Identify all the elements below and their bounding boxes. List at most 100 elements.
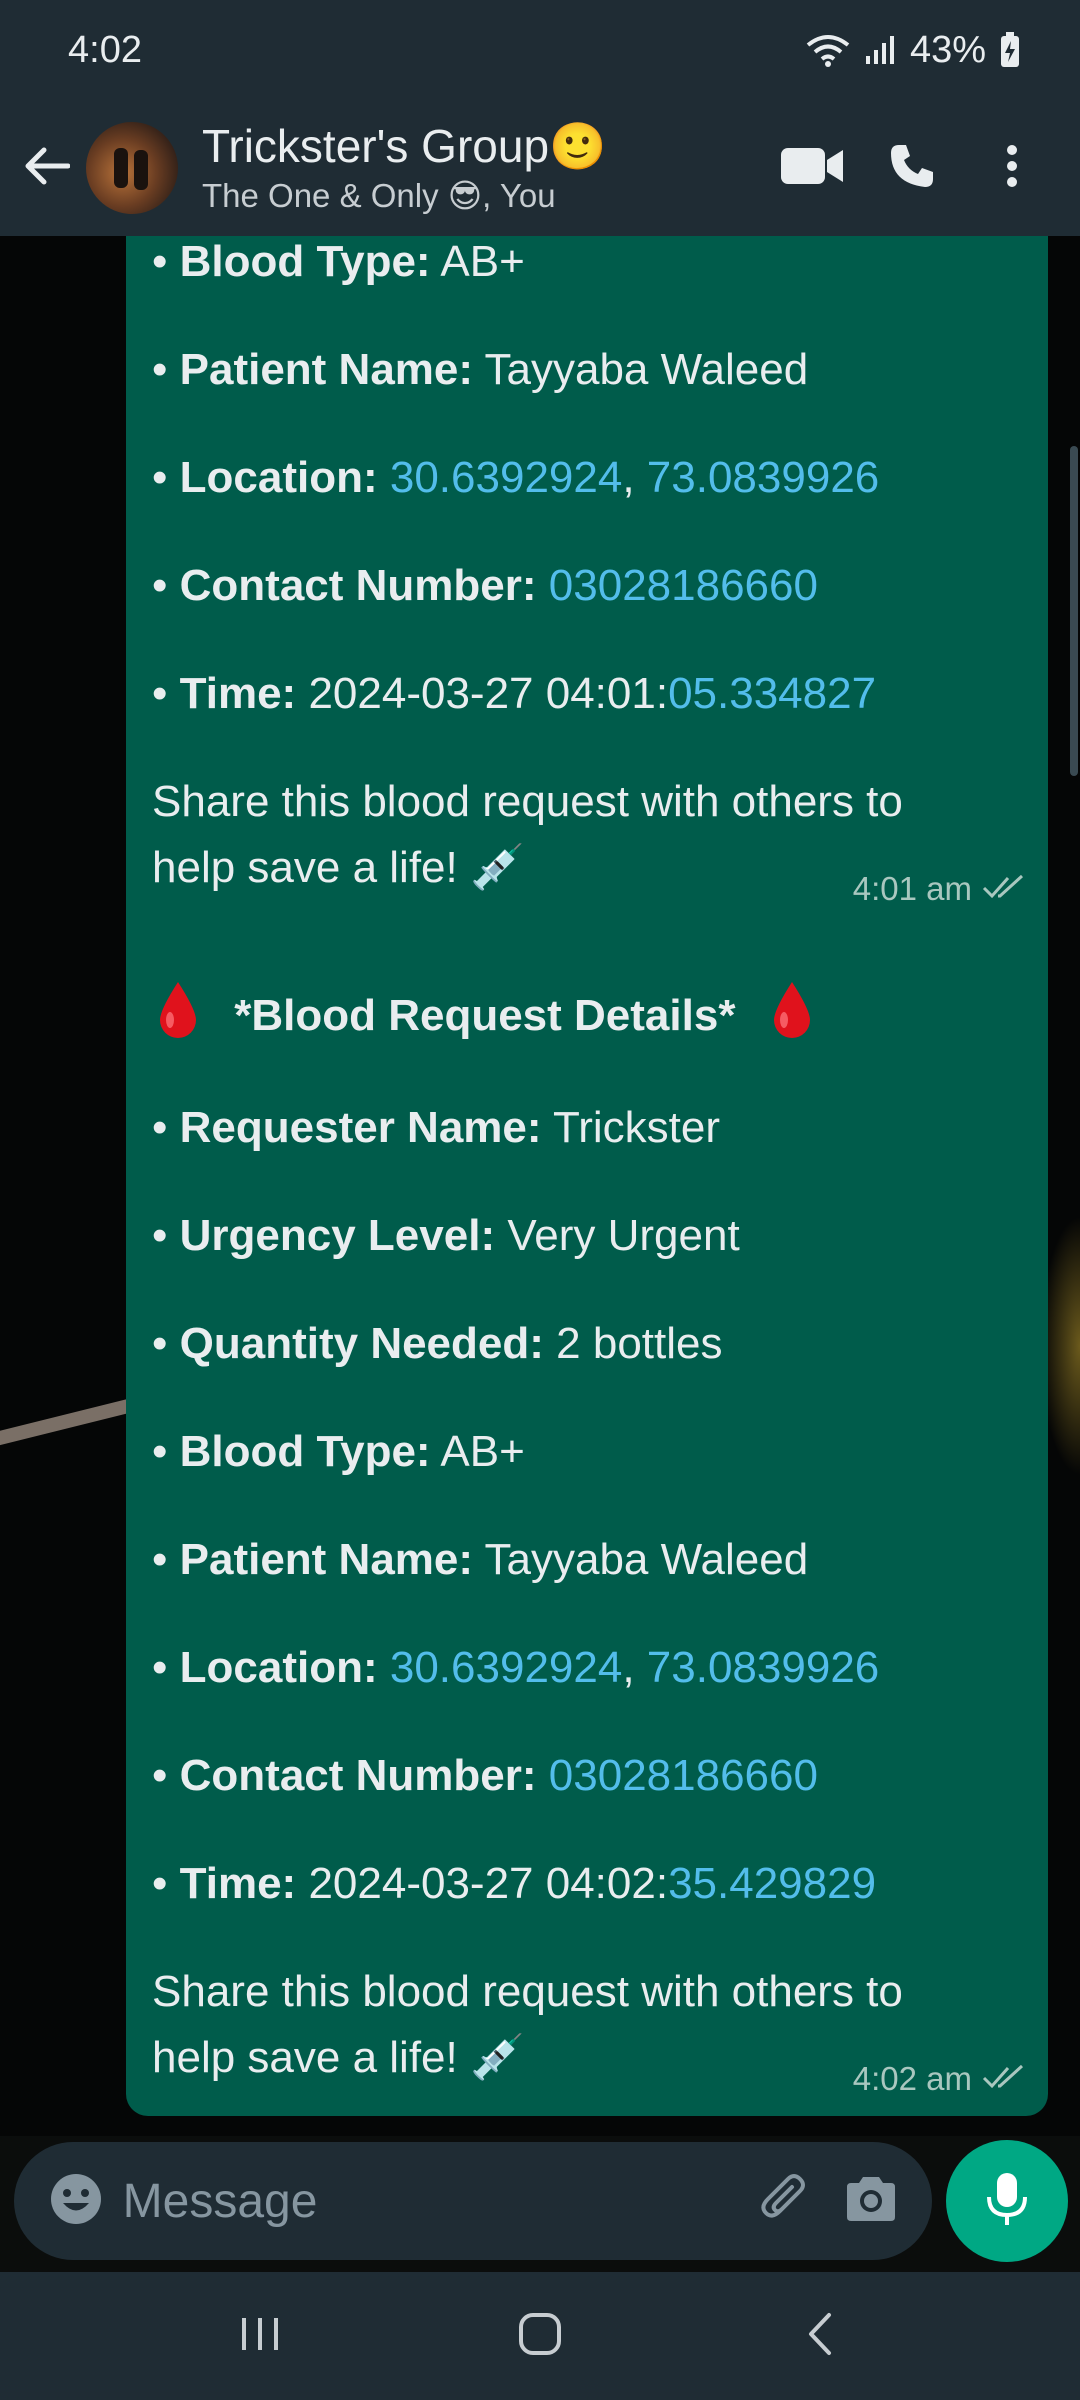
latitude-link[interactable]: 30.6392924: [390, 453, 622, 502]
paperclip-icon: [758, 2171, 814, 2232]
contact-line: • Contact Number: 03028186660: [152, 1751, 818, 1800]
contact-line: • Contact Number: 03028186660: [152, 561, 818, 610]
chat-scrollbar[interactable]: [1070, 446, 1078, 776]
voice-message-button[interactable]: [946, 2140, 1068, 2262]
share-text-line: Share this blood request with others to: [152, 777, 903, 826]
time-line: • Time: 2024-03-27 04:01:05.334827: [152, 669, 877, 718]
battery-charging-icon: [1000, 32, 1020, 68]
field-label: Urgency Level:: [179, 1211, 496, 1260]
time-line: • Time: 2024-03-27 04:02:35.429829: [152, 1859, 877, 1908]
message-title: *Blood Request Details*: [152, 980, 818, 1056]
patient-name-line: • Patient Name: Tayyaba Waleed: [152, 1535, 809, 1584]
field-value: 2 bottles: [556, 1319, 723, 1368]
emoji-icon: [49, 2172, 103, 2231]
more-options-button[interactable]: [962, 118, 1062, 218]
status-bar: 4:02 43%: [0, 0, 1080, 100]
blood-drop-icon: [766, 980, 818, 1056]
field-value: Tayyaba Waleed: [484, 345, 809, 394]
field-value: AB+: [440, 1427, 525, 1476]
field-label: Patient Name:: [179, 1535, 474, 1584]
field-value: AB+: [440, 237, 525, 286]
camera-icon: [843, 2175, 899, 2228]
field-label: Blood Type:: [179, 237, 431, 286]
urgency-line: • Urgency Level: Very Urgent: [152, 1211, 740, 1260]
message-timestamp: 4:02 am: [852, 2060, 972, 2097]
field-label: Contact Number:: [179, 1751, 537, 1800]
home-button[interactable]: [480, 2286, 600, 2386]
coord-separator: ,: [622, 1643, 635, 1692]
phone-link[interactable]: 03028186660: [549, 561, 818, 610]
blood-type-line: • Blood Type: AB+: [152, 237, 525, 286]
video-call-icon: [781, 146, 843, 191]
time-seconds-link[interactable]: 05.334827: [668, 669, 876, 718]
time-date: 2024-03-27 04:02:: [308, 1859, 669, 1908]
blood-type-line: • Blood Type: AB+: [152, 1427, 525, 1476]
nav-back-button[interactable]: [760, 2286, 880, 2386]
message-input[interactable]: [114, 2142, 744, 2260]
camera-button[interactable]: [829, 2151, 914, 2251]
battery-percent: 43%: [909, 28, 986, 71]
emoji-button[interactable]: [38, 2156, 115, 2246]
field-label: Location:: [179, 1643, 378, 1692]
wifi-icon: [806, 33, 850, 67]
field-label: Time:: [179, 669, 297, 718]
double-check-icon: [982, 870, 1026, 908]
field-label: Location:: [179, 453, 378, 502]
back-arrow-icon: [24, 146, 71, 191]
home-icon: [517, 2311, 563, 2362]
message-meta: 4:01 am: [853, 870, 1026, 908]
system-nav-bar: [0, 2272, 1080, 2400]
status-icons: 43%: [806, 29, 1020, 72]
message-bubble[interactable]: *Blood Request Details* • Requester Name…: [126, 954, 1048, 2116]
video-call-button[interactable]: [762, 118, 862, 218]
field-value: Very Urgent: [507, 1211, 740, 1260]
longitude-link[interactable]: 73.0839926: [647, 1643, 879, 1692]
blood-drop-icon: [152, 980, 204, 1056]
field-label: Quantity Needed:: [179, 1319, 544, 1368]
field-value: Tayyaba Waleed: [484, 1535, 809, 1584]
wallpaper-branch: [0, 1396, 140, 1450]
share-text-line: help save a life! 💉: [152, 2033, 525, 2082]
chat-area[interactable]: • Blood Type: AB+ • Patient Name: Tayyab…: [0, 236, 1080, 2136]
requester-line: • Requester Name: Trickster: [152, 1103, 721, 1152]
time-date: 2024-03-27 04:01:: [308, 669, 669, 718]
phone-link[interactable]: 03028186660: [549, 1751, 818, 1800]
more-options-icon: [1006, 144, 1018, 193]
field-label: Contact Number:: [179, 561, 537, 610]
location-line: • Location: 30.6392924, 73.0839926: [152, 453, 880, 502]
voice-call-icon: [889, 143, 935, 194]
chevron-left-icon: [805, 2311, 835, 2362]
coord-separator: ,: [622, 453, 635, 502]
header-actions: [762, 118, 1062, 218]
quantity-line: • Quantity Needed: 2 bottles: [152, 1319, 723, 1368]
chat-info[interactable]: Trickster's Group🙂 The One & Only 😎, You: [202, 118, 762, 218]
double-check-icon: [982, 2060, 1026, 2098]
chat-title: Trickster's Group🙂: [202, 120, 607, 172]
field-label: Requester Name:: [179, 1103, 542, 1152]
chat-header: Trickster's Group🙂 The One & Only 😎, You: [0, 100, 1080, 236]
back-button[interactable]: [12, 133, 82, 203]
time-seconds-link[interactable]: 35.429829: [668, 1859, 876, 1908]
field-label: Blood Type:: [179, 1427, 431, 1476]
patient-name-line: • Patient Name: Tayyaba Waleed: [152, 345, 809, 394]
voice-call-button[interactable]: [862, 118, 962, 218]
group-avatar[interactable]: [86, 122, 178, 214]
message-composer: [14, 2142, 932, 2260]
microphone-icon: [985, 2171, 1029, 2232]
recent-apps-icon: [240, 2314, 280, 2359]
longitude-link[interactable]: 73.0839926: [647, 453, 879, 502]
latitude-link[interactable]: 30.6392924: [390, 1643, 622, 1692]
status-time: 4:02: [68, 28, 142, 71]
location-line: • Location: 30.6392924, 73.0839926: [152, 1643, 880, 1692]
share-text-line: help save a life! 💉: [152, 843, 525, 892]
field-value: Trickster: [552, 1103, 721, 1152]
message-meta: 4:02 am: [853, 2060, 1026, 2098]
recent-apps-button[interactable]: [200, 2286, 320, 2386]
field-label: Patient Name:: [179, 345, 474, 394]
title-text: *Blood Request Details*: [234, 990, 736, 1040]
share-text-line: Share this blood request with others to: [152, 1967, 903, 2016]
field-label: Time:: [179, 1859, 297, 1908]
attach-button[interactable]: [744, 2151, 829, 2251]
message-timestamp: 4:01 am: [852, 870, 972, 907]
signal-icon: [864, 34, 896, 66]
